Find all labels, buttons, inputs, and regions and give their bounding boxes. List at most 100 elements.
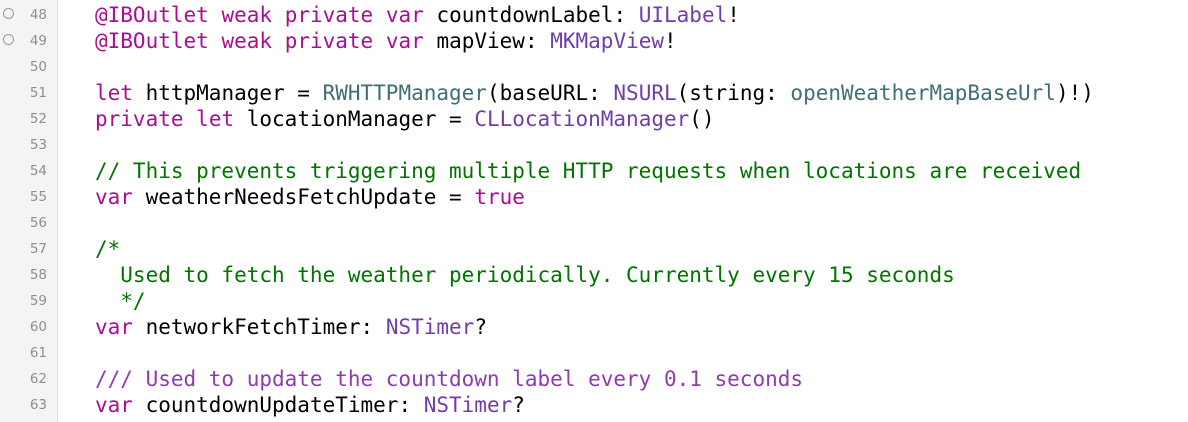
code-token-keyword: @IBOutlet	[95, 29, 209, 53]
line-number-text: 54	[29, 163, 47, 179]
line-number-text: 62	[29, 371, 47, 387]
line-number[interactable]: 57	[0, 236, 57, 262]
code-token-plain: ?	[474, 315, 487, 339]
line-number-text: 49	[29, 33, 47, 49]
code-token-type: NSTimer	[423, 393, 513, 417]
outlet-connection-icon[interactable]	[3, 34, 14, 45]
code-token-plain: ()	[689, 107, 715, 131]
code-token-doc: /// Used to update the countdown label e…	[95, 367, 804, 391]
line-number[interactable]: 58	[0, 262, 57, 288]
line-number-text: 61	[29, 345, 47, 361]
code-token-keyword: private	[95, 107, 184, 131]
line-number[interactable]: 50	[0, 54, 57, 80]
line-number[interactable]: 63	[0, 392, 57, 418]
code-token-plain: ?	[512, 393, 525, 417]
code-line[interactable]: var weatherNeedsFetchUpdate = true	[95, 184, 1188, 210]
code-line[interactable]: // This prevents triggering multiple HTT…	[95, 158, 1188, 184]
code-token-keyword: weak	[221, 3, 273, 27]
code-token-plain: !	[727, 3, 740, 27]
line-number[interactable]: 61	[0, 340, 57, 366]
code-token-keyword: var	[95, 393, 133, 417]
source-editor[interactable]: 48 49 50 51 52 53 54 55 56 57 58 59 60 61 62 63 @IBOutl…	[0, 0, 1188, 422]
line-number-text: 57	[29, 241, 47, 257]
line-number-gutter[interactable]: 48 49 50 51 52 53 54 55 56 57 58 59 60 61 62 63	[0, 0, 58, 422]
code-token-plain: weatherNeedsFetchUpdate =	[132, 185, 475, 209]
line-number[interactable]: 55	[0, 184, 57, 210]
code-token-project: RWHTTPManager	[322, 81, 487, 105]
code-token-plain: (string:	[676, 81, 791, 105]
line-number-text: 59	[29, 293, 47, 309]
line-number-text: 52	[29, 111, 47, 127]
code-line[interactable]: @IBOutlet weak private var mapView: MKMa…	[95, 28, 1188, 54]
line-number-text: 48	[29, 7, 47, 23]
code-token-comment: /*	[95, 237, 121, 261]
line-number-text: 55	[29, 189, 47, 205]
code-token-plain: locationManager =	[234, 107, 475, 131]
code-token-keyword: var	[385, 29, 424, 53]
line-number[interactable]: 53	[0, 132, 57, 158]
code-line[interactable]: var networkFetchTimer: NSTimer?	[95, 314, 1188, 340]
code-token-type: UILabel	[638, 3, 728, 27]
code-token-plain: countdownUpdateTimer:	[132, 393, 424, 417]
line-number[interactable]: 48	[0, 2, 57, 28]
line-number[interactable]: 51	[0, 80, 57, 106]
line-number[interactable]: 59	[0, 288, 57, 314]
code-line[interactable]: /*	[95, 236, 1188, 262]
line-number-text: 50	[29, 59, 47, 75]
line-number-text: 60	[29, 319, 47, 335]
code-token-plain: mapView:	[423, 29, 551, 53]
code-line[interactable]: var countdownUpdateTimer: NSTimer?	[95, 392, 1188, 418]
code-token-comment: */	[95, 289, 146, 313]
code-line[interactable]: @IBOutlet weak private var countdownLabe…	[95, 2, 1188, 28]
code-token-keyword: var	[385, 3, 424, 27]
code-line[interactable]	[95, 340, 1188, 366]
code-token-plain: (baseURL:	[486, 81, 614, 105]
line-number[interactable]: 60	[0, 314, 57, 340]
code-token-type: NSTimer	[385, 315, 475, 339]
code-line[interactable]: private let locationManager = CLLocation…	[95, 106, 1188, 132]
code-line[interactable]: let httpManager = RWHTTPManager(baseURL:…	[95, 80, 1188, 106]
code-token-keyword: var	[95, 315, 133, 339]
code-token-plain: countdownLabel:	[423, 3, 639, 27]
line-number[interactable]: 49	[0, 28, 57, 54]
code-line[interactable]: Used to fetch the weather periodically. …	[95, 262, 1188, 288]
line-number-text: 56	[29, 215, 47, 231]
code-token-plain: networkFetchTimer:	[132, 315, 386, 339]
code-token-comment: Used to fetch the weather periodically. …	[95, 263, 955, 287]
line-number[interactable]: 56	[0, 210, 57, 236]
code-token-keyword: private	[284, 29, 374, 53]
code-token-plain: httpManager =	[132, 81, 323, 105]
outlet-connection-icon[interactable]	[3, 8, 14, 19]
code-token-keyword: @IBOutlet	[95, 3, 209, 27]
code-token-plain: !	[664, 29, 677, 53]
code-token-keyword: weak	[221, 29, 273, 53]
code-line[interactable]	[95, 54, 1188, 80]
code-token-keyword: true	[474, 185, 525, 209]
code-area[interactable]: @IBOutlet weak private var countdownLabe…	[58, 0, 1188, 422]
code-line[interactable]: /// Used to update the countdown label e…	[95, 366, 1188, 392]
code-token-plain: )!)	[1055, 81, 1094, 105]
code-line[interactable]: */	[95, 288, 1188, 314]
line-number[interactable]: 62	[0, 366, 57, 392]
code-token-keyword: let	[95, 81, 133, 105]
line-number-text: 53	[29, 137, 47, 153]
code-token-project: openWeatherMapBaseUrl	[790, 81, 1056, 105]
line-number-text: 63	[29, 397, 47, 413]
line-number[interactable]: 54	[0, 158, 57, 184]
line-number[interactable]: 52	[0, 106, 57, 132]
line-number-text: 58	[29, 267, 47, 283]
code-line[interactable]	[95, 132, 1188, 158]
code-token-keyword: let	[196, 107, 235, 131]
line-number-text: 51	[29, 85, 47, 101]
code-token-keyword: var	[95, 185, 133, 209]
code-line[interactable]	[95, 210, 1188, 236]
code-token-comment: // This prevents triggering multiple HTT…	[95, 159, 1082, 183]
code-token-type: CLLocationManager	[474, 107, 690, 131]
